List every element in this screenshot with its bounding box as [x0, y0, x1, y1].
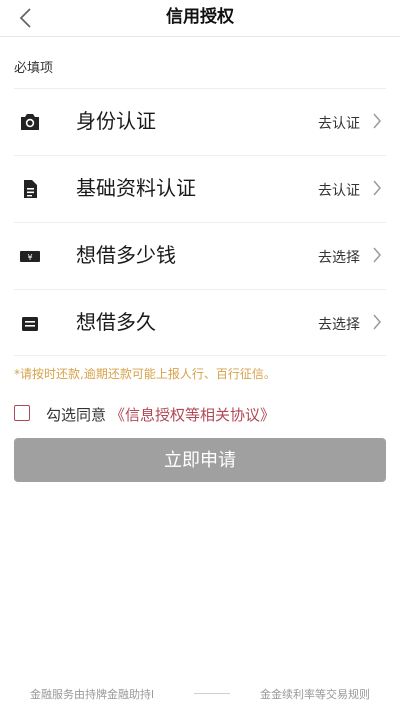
calendar-icon	[22, 317, 38, 331]
loan-amount-row[interactable]: ¥ 想借多少钱 去选择	[14, 222, 386, 288]
section-label-required: 必填项	[14, 61, 54, 76]
footer-left-text: 金融服务由持牌金融助持l	[30, 688, 155, 701]
row-action: 去选择	[318, 317, 360, 333]
basic-info-verification-row[interactable]: 基础资料认证 去认证	[14, 155, 386, 221]
footer-separator	[194, 693, 230, 694]
camera-icon	[21, 114, 39, 130]
footer: 金融服务由持牌金融助持l 金金续利率等交易规则	[0, 686, 400, 702]
row-divider	[14, 222, 386, 223]
list-bottom-divider	[14, 355, 386, 356]
row-action: 去选择	[318, 250, 360, 266]
agreement-prefix: 勾选同意	[46, 406, 107, 424]
nav-bar: 信用授权	[0, 0, 400, 36]
row-divider	[14, 155, 386, 156]
footer-right-text: 金金续利率等交易规则	[260, 688, 370, 701]
chevron-right-icon	[373, 180, 381, 196]
agreement-checkbox[interactable]	[14, 405, 30, 421]
loan-duration-row[interactable]: 想借多久 去选择	[14, 289, 386, 355]
row-label: 基础资料认证	[76, 176, 196, 200]
chevron-right-icon	[373, 314, 381, 330]
agreement-link[interactable]: 《信息授权等相关协议》	[110, 404, 275, 425]
apply-now-button[interactable]: 立即申请	[14, 438, 386, 482]
chevron-right-icon	[373, 247, 381, 263]
row-divider	[14, 289, 386, 290]
identity-verification-row[interactable]: 身份认证 去认证	[14, 88, 386, 154]
chevron-right-icon	[373, 113, 381, 129]
nav-divider	[0, 36, 400, 37]
row-label: 想借多少钱	[76, 243, 176, 267]
row-label: 身份认证	[76, 109, 156, 133]
document-icon	[24, 180, 37, 198]
page-title: 信用授权	[166, 7, 234, 27]
row-divider	[14, 355, 386, 356]
row-action: 去认证	[318, 116, 360, 132]
row-action: 去认证	[318, 183, 360, 199]
row-label: 想借多久	[76, 310, 156, 334]
money-icon: ¥	[20, 251, 40, 262]
svg-text:¥: ¥	[27, 253, 32, 262]
row-divider	[14, 88, 386, 89]
agreement-row: 勾选同意 《信息授权等相关协议》	[14, 402, 386, 430]
repayment-notice: *请按时还款,逾期还款可能上报人行、百行征信。	[14, 367, 276, 381]
